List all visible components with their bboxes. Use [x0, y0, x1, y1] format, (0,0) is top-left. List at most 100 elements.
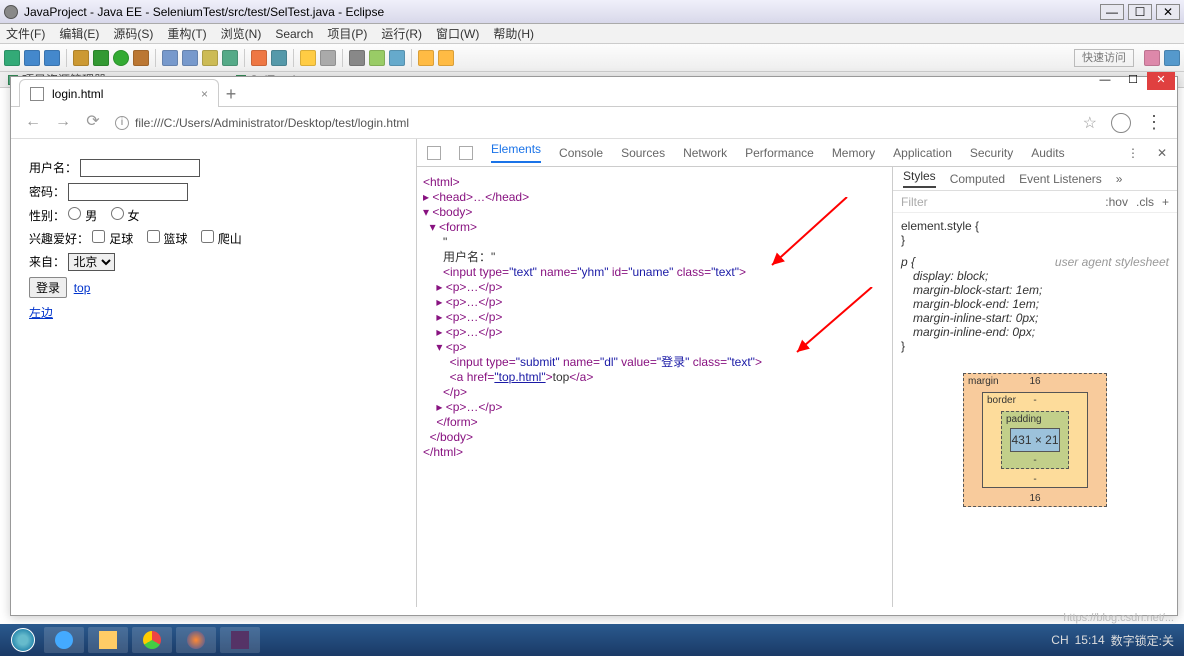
debug-icon[interactable] [93, 50, 109, 66]
maximize-button[interactable]: ☐ [1128, 4, 1152, 20]
perspective-java-icon[interactable] [1164, 50, 1180, 66]
star-icon[interactable] [300, 50, 316, 66]
forward-icon[interactable] [438, 50, 454, 66]
hobby-basketball-checkbox[interactable] [147, 230, 160, 243]
menu-run[interactable]: 运行(R) [381, 25, 422, 42]
windows-orb-icon [11, 628, 35, 652]
tab-close-icon[interactable]: × [201, 87, 208, 101]
bookmark-icon[interactable]: ☆ [1083, 113, 1097, 133]
devtools-menu-icon[interactable]: ⋮ [1127, 146, 1139, 160]
back-icon[interactable] [418, 50, 434, 66]
top-link[interactable]: top [74, 281, 91, 295]
menu-refactor[interactable]: 重构(T) [167, 25, 206, 42]
quick-access-input[interactable]: 快速访问 [1074, 49, 1134, 67]
box-model: margin 16 16 border - padding - 431 [963, 373, 1107, 507]
tab-memory[interactable]: Memory [832, 146, 875, 160]
start-button[interactable] [4, 626, 42, 654]
tab-sources[interactable]: Sources [621, 146, 665, 160]
search-icon[interactable] [320, 50, 336, 66]
open-task-icon[interactable] [182, 50, 198, 66]
taskbar-explorer[interactable] [88, 627, 128, 653]
cls-toggle[interactable]: .cls [1136, 195, 1154, 209]
package-icon[interactable] [202, 50, 218, 66]
more-tabs-icon[interactable]: » [1116, 172, 1123, 186]
inspect-icon[interactable] [427, 146, 441, 160]
rendered-page: 用户名： 密码： 性别： 男 女 兴趣爱好： 足球 篮球 爬山 来自： 北京 [11, 139, 416, 607]
taskbar-chrome[interactable] [132, 627, 172, 653]
menu-navigate[interactable]: 浏览(N) [221, 25, 262, 42]
ime-indicator[interactable]: CH [1051, 633, 1068, 647]
stop-icon[interactable] [251, 50, 267, 66]
profile-icon[interactable] [1111, 113, 1131, 133]
system-tray[interactable]: CH 15:14 数字锁定:关 [1051, 632, 1180, 649]
new-icon[interactable] [4, 50, 20, 66]
eventlisteners-tab[interactable]: Event Listeners [1019, 172, 1102, 186]
devtools-panel: Elements Console Sources Network Perform… [416, 139, 1177, 607]
url-input[interactable]: i file:///C:/Users/Administrator/Desktop… [115, 116, 1069, 130]
eclipse-toolbar: 快速访问 [0, 44, 1184, 72]
tab-console[interactable]: Console [559, 146, 603, 160]
file-icon [30, 87, 44, 101]
menu-window[interactable]: 窗口(W) [436, 25, 479, 42]
browser-close-button[interactable]: ✕ [1147, 72, 1175, 90]
info-icon[interactable]: i [115, 116, 129, 130]
password-input[interactable] [68, 183, 188, 201]
menu-search[interactable]: Search [275, 27, 313, 41]
chrome-menu-icon[interactable]: ⋮ [1145, 112, 1163, 133]
dom-tree[interactable]: <html> ▸ <head>…</head> ▾ <body> ▾ <form… [417, 167, 892, 607]
perspective-jee-icon[interactable] [1144, 50, 1160, 66]
minimize-button[interactable]: — [1100, 4, 1124, 20]
refresh-icon[interactable] [389, 50, 405, 66]
add-rule-icon[interactable]: + [1162, 195, 1169, 209]
menu-file[interactable]: 文件(F) [6, 25, 45, 42]
close-button[interactable]: ✕ [1156, 4, 1180, 20]
class-icon[interactable] [222, 50, 238, 66]
browser-tab-login[interactable]: login.html × [19, 79, 219, 107]
tab-elements[interactable]: Elements [491, 142, 541, 163]
hobby-climbing-checkbox[interactable] [201, 230, 214, 243]
back-icon[interactable]: ← [25, 115, 41, 131]
server-icon[interactable] [271, 50, 287, 66]
taskbar-ie[interactable] [44, 627, 84, 653]
menu-help[interactable]: 帮助(H) [493, 25, 534, 42]
filter-input[interactable]: Filter [901, 195, 928, 209]
eclipse-icon [4, 5, 18, 19]
submit-button[interactable] [29, 277, 67, 298]
menu-source[interactable]: 源码(S) [113, 25, 153, 42]
globe-icon[interactable] [369, 50, 385, 66]
taskbar-eclipse[interactable] [220, 627, 260, 653]
menu-project[interactable]: 项目(P) [327, 25, 367, 42]
from-select[interactable]: 北京 [68, 253, 115, 271]
save-icon[interactable] [24, 50, 40, 66]
tray-lock: 数字锁定:关 [1111, 632, 1174, 649]
toggle-icon[interactable] [349, 50, 365, 66]
hobby-football-checkbox[interactable] [92, 230, 105, 243]
tab-application[interactable]: Application [893, 146, 952, 160]
browser-minimize-button[interactable]: — [1091, 72, 1119, 90]
new-tab-button[interactable]: + [219, 82, 243, 106]
forward-icon[interactable]: → [55, 115, 71, 131]
menu-edit[interactable]: 编辑(E) [59, 25, 99, 42]
tab-network[interactable]: Network [683, 146, 727, 160]
tab-security[interactable]: Security [970, 146, 1013, 160]
computed-tab[interactable]: Computed [950, 172, 1005, 186]
styles-tab[interactable]: Styles [903, 169, 936, 188]
username-input[interactable] [80, 159, 200, 177]
password-label: 密码： [29, 185, 65, 199]
open-type-icon[interactable] [162, 50, 178, 66]
left-link[interactable]: 左边 [29, 306, 53, 320]
gender-male-radio[interactable] [68, 207, 81, 220]
reload-icon[interactable]: ⟳ [85, 115, 101, 131]
taskbar-firefox[interactable] [176, 627, 216, 653]
tab-audits[interactable]: Audits [1031, 146, 1064, 160]
gender-female-radio[interactable] [111, 207, 124, 220]
saveall-icon[interactable] [44, 50, 60, 66]
runext-icon[interactable] [133, 50, 149, 66]
hov-toggle[interactable]: :hov [1105, 195, 1128, 209]
build-icon[interactable] [73, 50, 89, 66]
devtools-close-icon[interactable]: ✕ [1157, 146, 1167, 160]
browser-maximize-button[interactable]: ☐ [1119, 72, 1147, 90]
tab-performance[interactable]: Performance [745, 146, 814, 160]
run-icon[interactable] [113, 50, 129, 66]
device-icon[interactable] [459, 146, 473, 160]
